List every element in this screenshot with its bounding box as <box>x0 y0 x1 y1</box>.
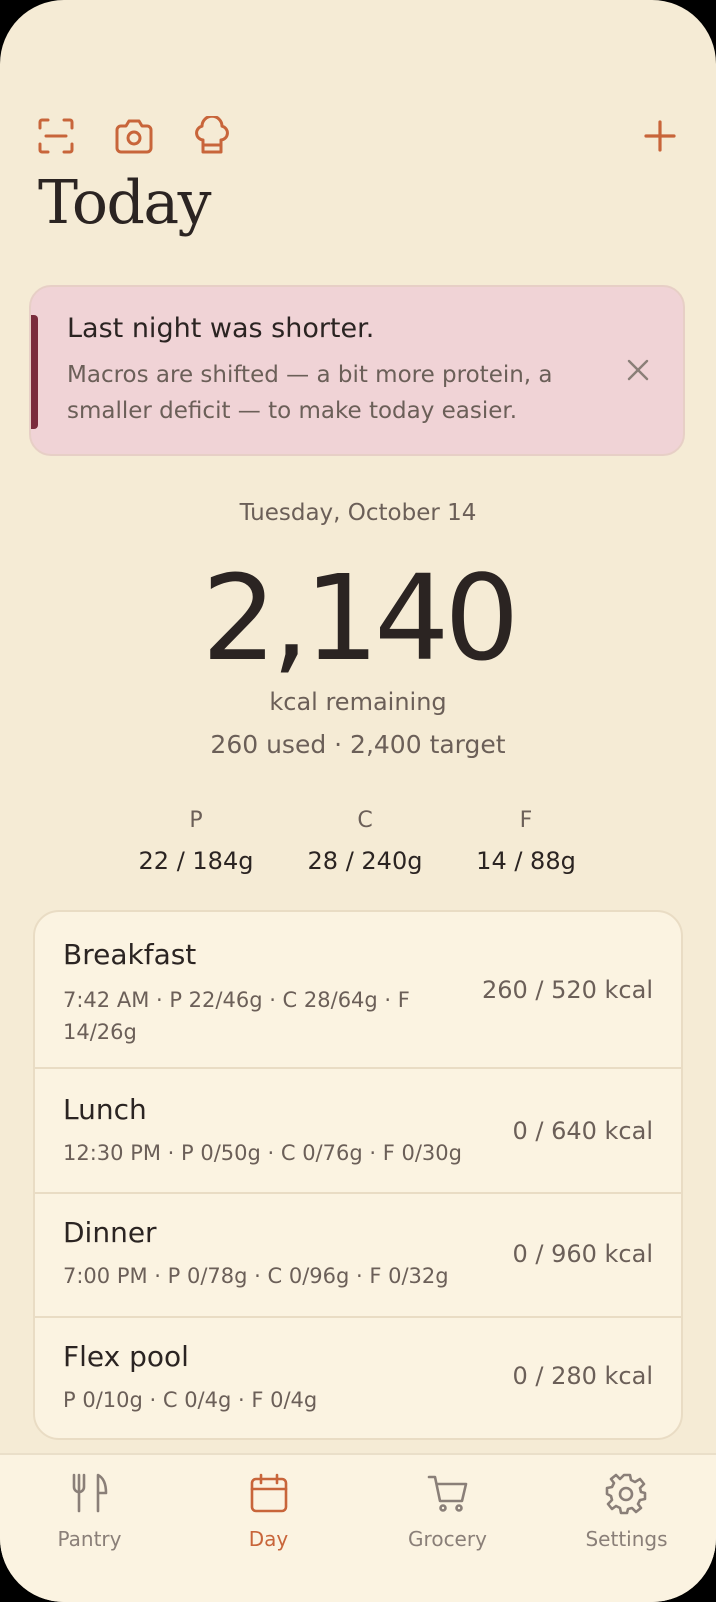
app-screen: Today Last night was shorter. Macros are… <box>0 0 716 1602</box>
meal-kcal: 0 / 960 kcal <box>512 1240 653 1268</box>
nav-pantry[interactable]: Pantry <box>0 1471 179 1551</box>
meal-detail: 7:00 PM · P 0/78g · C 0/96g · F 0/32g <box>63 1264 449 1288</box>
nav-label: Settings <box>585 1527 668 1551</box>
banner-close-button[interactable] <box>621 353 655 387</box>
nav-day[interactable]: Day <box>179 1471 358 1551</box>
camera-button[interactable] <box>108 110 160 162</box>
nav-label: Grocery <box>408 1527 487 1551</box>
chef-hat-icon <box>195 116 229 154</box>
gear-icon <box>605 1473 646 1515</box>
camera-icon <box>115 119 153 154</box>
calendar-icon <box>250 1473 287 1513</box>
banner-accent-bar <box>31 315 38 429</box>
meal-name: Lunch <box>63 1093 147 1126</box>
banner-title: Last night was shorter. <box>67 313 375 344</box>
meal-row-dinner[interactable]: Dinner 7:00 PM · P 0/78g · C 0/96g · F 0… <box>35 1194 681 1318</box>
bottom-nav: Pantry Day Grocery Settings <box>0 1453 716 1602</box>
nav-label: Day <box>248 1527 289 1551</box>
fork-knife-icon <box>72 1473 107 1513</box>
banner-body: Macros are shifted — a bit more protein,… <box>67 362 553 424</box>
nav-label: Pantry <box>57 1527 122 1551</box>
kcal-usage-summary: 260 used · 2,400 target <box>210 730 506 759</box>
meal-name: Breakfast <box>63 938 197 971</box>
nav-grocery[interactable]: Grocery <box>358 1471 537 1551</box>
scan-icon <box>38 118 74 154</box>
meal-detail: P 0/10g · C 0/4g · F 0/4g <box>63 1388 318 1412</box>
meal-detail: 12:30 PM · P 0/50g · C 0/76g · F 0/30g <box>63 1141 462 1165</box>
add-button[interactable] <box>634 110 686 162</box>
kcal-remaining-value: 2,140 <box>201 549 520 687</box>
meal-name: Flex pool <box>63 1340 189 1373</box>
meal-detail: 7:42 AM · P 22/46g · C 28/64g · F 14/26g <box>63 988 410 1044</box>
meal-kcal: 260 / 520 kcal <box>481 976 653 1004</box>
macro-letter: F <box>519 808 533 833</box>
page-title: Today <box>38 168 212 238</box>
meal-kcal: 0 / 280 kcal <box>512 1362 653 1390</box>
close-icon <box>627 359 649 381</box>
meal-row-lunch[interactable]: Lunch 12:30 PM · P 0/50g · C 0/76g · F 0… <box>35 1069 681 1194</box>
top-toolbar <box>30 110 686 160</box>
cart-icon <box>427 1475 467 1512</box>
meal-kcal: 0 / 640 kcal <box>512 1117 653 1145</box>
nav-settings[interactable]: Settings <box>537 1471 716 1551</box>
current-date: Tuesday, October 14 <box>239 500 477 526</box>
plus-icon <box>644 120 676 152</box>
meal-name: Dinner <box>63 1216 157 1249</box>
sleep-notice-banner: Last night was shorter. Macros are shift… <box>29 285 685 456</box>
macro-fat: F 14 / 88g <box>426 808 626 875</box>
meal-row-breakfast[interactable]: Breakfast 7:42 AM · P 22/46g · C 28/64g … <box>35 912 681 1069</box>
meal-row-flex-pool[interactable]: Flex pool P 0/10g · C 0/4g · F 0/4g 0 / … <box>35 1318 681 1438</box>
scan-button[interactable] <box>30 110 82 162</box>
meals-list: Breakfast 7:42 AM · P 22/46g · C 28/64g … <box>33 910 683 1440</box>
recipes-button[interactable] <box>186 110 238 162</box>
macro-value: 14 / 88g <box>476 847 576 875</box>
kcal-remaining-label: kcal remaining <box>269 688 447 716</box>
